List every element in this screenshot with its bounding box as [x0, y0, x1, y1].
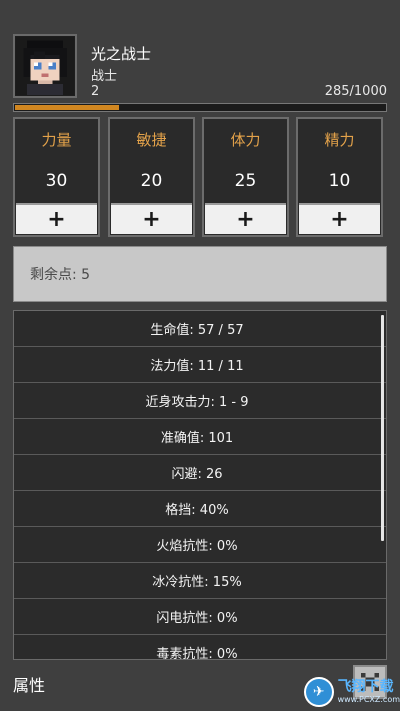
- character-level: 2: [91, 84, 100, 99]
- panel-title: 属性: [13, 676, 46, 695]
- attribute-list[interactable]: 生命值: 57 / 57 法力值: 11 / 11 近身攻击力: 1 - 9 准…: [13, 310, 387, 660]
- stat-label: 精力: [324, 131, 355, 149]
- character-name: 光之战士: [91, 45, 152, 63]
- bottom-bar: 属性 ✈ 飞翔下载 www.PCXZ.com: [0, 660, 400, 711]
- stat-label: 敏捷: [136, 131, 167, 149]
- scrollbar[interactable]: [381, 315, 384, 541]
- watermark-logo-icon: ✈: [304, 676, 334, 707]
- attribute-row-fire-resist: 火焰抗性: 0%: [14, 527, 386, 563]
- stat-value: 20: [140, 171, 163, 191]
- add-agility-button[interactable]: +: [111, 203, 192, 234]
- stat-card-strength: 力量 30 +: [13, 117, 100, 237]
- character-class: 战士: [91, 69, 118, 84]
- attribute-row-cold-resist: 冰冷抗性: 15%: [14, 563, 386, 599]
- attribute-row-mana: 法力值: 11 / 11: [14, 347, 386, 383]
- character-header: 光之战士 战士 2 285/1000: [0, 0, 400, 116]
- watermark-name: 飞翔下载: [337, 678, 394, 695]
- remaining-points: 剩余点: 5: [13, 246, 387, 302]
- experience-bar: [13, 103, 387, 112]
- stat-label: 体力: [230, 131, 261, 149]
- attribute-row-poison-resist: 毒素抗性: 0%: [14, 635, 386, 659]
- attribute-row-life: 生命值: 57 / 57: [14, 311, 386, 347]
- experience-text: 285/1000: [324, 84, 387, 99]
- add-vitality-button[interactable]: +: [205, 203, 286, 234]
- attribute-row-evasion: 闪避: 26: [14, 455, 386, 491]
- stat-card-energy: 精力 10 +: [296, 117, 383, 237]
- add-strength-button[interactable]: +: [16, 203, 97, 234]
- stat-value: 30: [45, 171, 68, 191]
- stat-label: 力量: [41, 131, 72, 149]
- stat-value: 25: [234, 171, 257, 191]
- stat-panel: 力量 30 + 敏捷 20 + 体力 25 + 精力 10 +: [13, 117, 387, 237]
- stat-card-agility: 敏捷 20 +: [108, 117, 195, 237]
- warrior-portrait-icon: [16, 37, 74, 95]
- avatar: [13, 34, 77, 98]
- stat-card-vitality: 体力 25 +: [202, 117, 289, 237]
- attribute-row-block: 格挡: 40%: [14, 491, 386, 527]
- watermark-text: 飞翔下载 www.PCXZ.com: [338, 679, 400, 705]
- attribute-row-melee-damage: 近身攻击力: 1 - 9: [14, 383, 386, 419]
- attribute-row-accuracy: 准确值: 101: [14, 419, 386, 455]
- experience-bar-fill: [15, 105, 120, 110]
- watermark-url: www.PCXZ.com: [337, 694, 400, 704]
- watermark: ✈ 飞翔下载 www.PCXZ.com: [304, 672, 400, 711]
- attribute-row-lightning-resist: 闪电抗性: 0%: [14, 599, 386, 635]
- add-energy-button[interactable]: +: [299, 203, 380, 234]
- stat-value: 10: [328, 171, 351, 191]
